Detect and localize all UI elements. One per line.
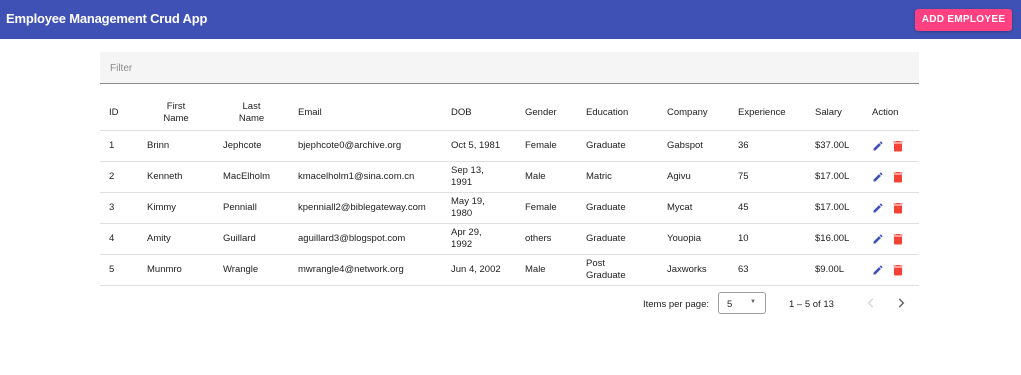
cell-last-name: Jephcote xyxy=(214,130,289,162)
cell-dob: Apr 29, 1992 xyxy=(442,223,516,255)
cell-company: Jaxworks xyxy=(658,254,729,286)
cell-education: Graduate xyxy=(577,130,658,162)
header-email[interactable]: Email xyxy=(289,96,442,131)
page-range-label: 1 – 5 of 13 xyxy=(789,299,834,310)
previous-page-icon[interactable] xyxy=(864,296,878,310)
header-gender[interactable]: Gender xyxy=(516,96,577,131)
cell-company: Gabspot xyxy=(658,130,729,162)
header-action: Action xyxy=(863,96,919,131)
header-first-name[interactable]: First Name xyxy=(138,96,214,131)
cell-email: bjephcote0@archive.org xyxy=(289,130,442,162)
cell-experience: 10 xyxy=(729,223,806,255)
cell-actions xyxy=(863,192,919,224)
cell-company: Youopia xyxy=(658,223,729,255)
header-dob[interactable]: DOB xyxy=(442,96,516,131)
cell-gender: Male xyxy=(516,161,577,193)
cell-salary: $9.00L xyxy=(806,254,863,286)
dropdown-arrow-icon: ▼ xyxy=(750,299,756,305)
edit-icon[interactable] xyxy=(872,233,884,245)
edit-icon[interactable] xyxy=(872,171,884,183)
cell-last-name: MacElholm xyxy=(214,161,289,193)
cell-actions xyxy=(863,254,919,286)
delete-icon[interactable] xyxy=(893,171,903,183)
cell-id: 5 xyxy=(100,254,138,286)
add-employee-button[interactable]: ADD EMPLOYEE xyxy=(915,9,1012,31)
cell-experience: 45 xyxy=(729,192,806,224)
cell-salary: $17.00L xyxy=(806,192,863,224)
cell-dob: May 19, 1980 xyxy=(442,192,516,224)
cell-first-name: Brinn xyxy=(138,130,214,162)
cell-experience: 63 xyxy=(729,254,806,286)
header-experience[interactable]: Experience xyxy=(729,96,806,131)
cell-dob: Sep 13, 1991 xyxy=(442,161,516,193)
cell-id: 3 xyxy=(100,192,138,224)
header-salary[interactable]: Salary xyxy=(806,96,863,131)
delete-icon[interactable] xyxy=(893,140,903,152)
cell-education: Matric xyxy=(577,161,658,193)
cell-last-name: Wrangle xyxy=(214,254,289,286)
cell-gender: Female xyxy=(516,192,577,224)
cell-actions xyxy=(863,161,919,193)
cell-education: Graduate xyxy=(577,223,658,255)
header-company[interactable]: Company xyxy=(658,96,729,131)
delete-icon[interactable] xyxy=(893,202,903,214)
edit-icon[interactable] xyxy=(872,202,884,214)
header-id[interactable]: ID xyxy=(100,96,138,131)
cell-salary: $17.00L xyxy=(806,161,863,193)
edit-icon[interactable] xyxy=(872,140,884,152)
cell-dob: Oct 5, 1981 xyxy=(442,130,516,162)
header-education[interactable]: Education xyxy=(577,96,658,131)
cell-experience: 36 xyxy=(729,130,806,162)
cell-email: mwrangle4@network.org xyxy=(289,254,442,286)
cell-first-name: Kenneth xyxy=(138,161,214,193)
edit-icon[interactable] xyxy=(872,264,884,276)
cell-salary: $37.00L xyxy=(806,130,863,162)
employee-table: ID First Name Last Name Email DOB Gender E… xyxy=(100,96,919,286)
cell-education: Post Graduate xyxy=(577,254,658,286)
cell-dob: Jun 4, 2002 xyxy=(442,254,516,286)
cell-email: kmacelholm1@sina.com.cn xyxy=(289,161,442,193)
table-row: 4 Amity Guillard aguillard3@blogspot.com… xyxy=(100,223,919,255)
filter-input[interactable] xyxy=(110,60,900,76)
table-header-row: ID First Name Last Name Email DOB Gender E… xyxy=(100,96,919,131)
cell-last-name: Guillard xyxy=(214,223,289,255)
app-toolbar: Employee Management Crud App ADD EMPLOYE… xyxy=(0,0,1021,39)
table-row: 5 Munmro Wrangle mwrangle4@network.org J… xyxy=(100,254,919,286)
cell-id: 1 xyxy=(100,130,138,162)
cell-first-name: Amity xyxy=(138,223,214,255)
items-per-page-select[interactable]: 5 ▼ xyxy=(718,292,766,314)
cell-gender: Male xyxy=(516,254,577,286)
cell-company: Mycat xyxy=(658,192,729,224)
paginator: Items per page: 5 ▼ 1 – 5 of 13 xyxy=(640,292,920,316)
cell-education: Graduate xyxy=(577,192,658,224)
cell-id: 4 xyxy=(100,223,138,255)
cell-email: aguillard3@blogspot.com xyxy=(289,223,442,255)
cell-actions xyxy=(863,223,919,255)
cell-gender: Female xyxy=(516,130,577,162)
cell-experience: 75 xyxy=(729,161,806,193)
filter-field[interactable] xyxy=(100,52,919,84)
cell-email: kpenniall2@biblegateway.com xyxy=(289,192,442,224)
cell-gender: others xyxy=(516,223,577,255)
cell-id: 2 xyxy=(100,161,138,193)
cell-first-name: Munmro xyxy=(138,254,214,286)
cell-first-name: Kimmy xyxy=(138,192,214,224)
table-row: 3 Kimmy Penniall kpenniall2@biblegateway… xyxy=(100,192,919,224)
items-per-page-label: Items per page: xyxy=(643,299,710,310)
items-per-page-value: 5 xyxy=(727,299,733,310)
header-last-name[interactable]: Last Name xyxy=(214,96,289,131)
delete-icon[interactable] xyxy=(893,233,903,245)
cell-last-name: Penniall xyxy=(214,192,289,224)
cell-actions xyxy=(863,130,919,162)
cell-company: Agivu xyxy=(658,161,729,193)
delete-icon[interactable] xyxy=(893,264,903,276)
table-row: 2 Kenneth MacElholm kmacelholm1@sina.com… xyxy=(100,161,919,193)
app-title: Employee Management Crud App xyxy=(6,11,208,26)
cell-salary: $16.00L xyxy=(806,223,863,255)
table-row: 1 Brinn Jephcote bjephcote0@archive.org … xyxy=(100,130,919,162)
next-page-icon[interactable] xyxy=(894,296,908,310)
